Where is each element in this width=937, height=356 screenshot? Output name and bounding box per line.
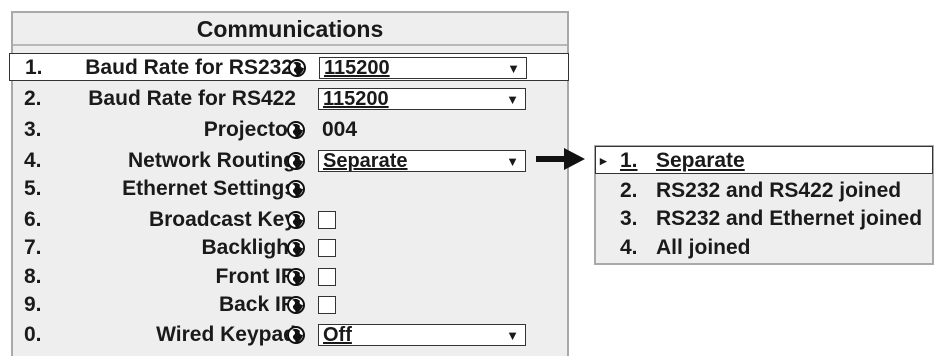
row-number: 2. — [24, 87, 42, 110]
row-number: 9. — [24, 293, 42, 316]
globe-icon — [287, 180, 305, 198]
option-number: 3. — [620, 207, 638, 230]
dropdown-arrow-icon: ▼ — [506, 154, 519, 169]
option-label: Separate — [656, 149, 745, 172]
row-label: Baud Rate for RS232 — [85, 56, 293, 79]
row-label: Back IR — [218, 293, 296, 316]
menu-row-5[interactable]: 5. Ethernet Settings — [13, 175, 567, 203]
row-checkbox[interactable] — [318, 268, 336, 286]
row-number: 1. — [25, 56, 43, 79]
popup-option-1[interactable]: ▸ 1. Separate — [595, 146, 933, 174]
row-label: Broadcast Key — [148, 208, 296, 231]
globe-icon — [287, 296, 305, 314]
row-dropdown[interactable]: 115200 ▼ — [319, 57, 527, 79]
selection-pointer-icon: ▸ — [600, 153, 607, 168]
row-label: Front IR — [215, 265, 296, 288]
globe-icon — [287, 121, 305, 139]
menu-title: Communications — [13, 13, 567, 46]
dropdown-value: 115200 — [324, 57, 390, 79]
row-checkbox[interactable] — [318, 239, 336, 257]
row-label: Ethernet Settings — [122, 177, 296, 200]
row-label: Projector — [203, 118, 296, 141]
menu-row-6[interactable]: 6. Broadcast Key — [13, 206, 567, 234]
dropdown-arrow-icon: ▼ — [506, 328, 519, 343]
network-routing-options-popup: ▸ 1. Separate 2. RS232 and RS422 joined 3. RS2… — [594, 145, 934, 265]
communications-menu: Communications 1. Baud Rate for RS232 1152… — [9, 11, 569, 356]
popup-option-3[interactable]: 3. RS232 and Ethernet joined — [596, 205, 932, 233]
popup-option-2[interactable]: 2. RS232 and RS422 joined — [596, 177, 932, 205]
option-number: 2. — [620, 179, 638, 202]
dropdown-arrow-icon: ▼ — [507, 61, 520, 76]
option-number: 4. — [620, 236, 638, 259]
row-label: Network Routing — [128, 149, 296, 172]
row-checkbox[interactable] — [318, 296, 336, 314]
menu-row-2[interactable]: 2. Baud Rate for RS422 115200 ▼ — [13, 85, 567, 113]
menu-row-7[interactable]: 7. Backlight — [13, 234, 567, 262]
row-checkbox[interactable] — [318, 211, 336, 229]
globe-icon — [287, 152, 305, 170]
popup-option-4[interactable]: 4. All joined — [596, 234, 932, 262]
dropdown-value: 115200 — [323, 88, 389, 110]
row-number: 5. — [24, 177, 42, 200]
dropdown-value: Off — [323, 324, 352, 346]
menu-row-4[interactable]: 4. Network Routing Separate ▼ — [13, 147, 567, 175]
row-label: Baud Rate for RS422 — [88, 87, 296, 110]
globe-icon — [287, 239, 305, 257]
row-number: 4. — [24, 149, 42, 172]
globe-icon — [288, 59, 306, 77]
row-dropdown[interactable]: 115200 ▼ — [318, 88, 526, 110]
row-number: 3. — [24, 118, 42, 141]
row-dropdown[interactable]: Off ▼ — [318, 324, 526, 346]
menu-row-3[interactable]: 3. Projector 004 — [13, 116, 567, 144]
menu-row-9[interactable]: 9. Back IR — [13, 291, 567, 319]
menu-row-10[interactable]: 0. Wired Keypad Off ▼ — [13, 321, 567, 349]
row-label: Wired Keypad — [156, 323, 296, 346]
dropdown-value: Separate — [323, 150, 408, 172]
dropdown-arrow-icon: ▼ — [506, 92, 519, 107]
globe-icon — [287, 211, 305, 229]
globe-icon — [287, 326, 305, 344]
menu-row-8[interactable]: 8. Front IR — [13, 263, 567, 291]
row-number: 6. — [24, 208, 42, 231]
option-number: 1. — [620, 149, 638, 172]
menu-row-1[interactable]: 1. Baud Rate for RS232 115200 ▼ — [9, 53, 569, 81]
row-number: 8. — [24, 265, 42, 288]
option-label: RS232 and RS422 joined — [656, 179, 902, 202]
row-dropdown[interactable]: Separate ▼ — [318, 150, 526, 172]
option-label: RS232 and Ethernet joined — [656, 207, 923, 230]
option-label: All joined — [656, 236, 751, 259]
right-arrow-icon — [536, 148, 585, 170]
row-number: 0. — [24, 323, 42, 346]
row-number: 7. — [24, 236, 42, 259]
row-value: 004 — [322, 118, 358, 141]
globe-icon — [287, 268, 305, 286]
row-label: Backlight — [201, 236, 296, 259]
